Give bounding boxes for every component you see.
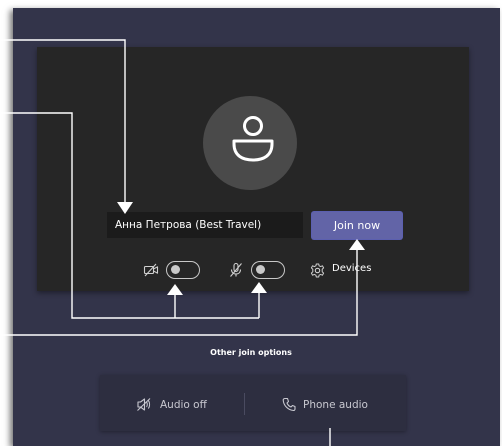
phone-audio-button[interactable]: Phone audio: [303, 399, 368, 411]
mic-toggle[interactable]: [251, 261, 285, 279]
options-divider: [244, 393, 245, 415]
camera-toggle[interactable]: [166, 261, 200, 279]
mic-toggle-knob: [256, 265, 265, 274]
camera-toggle-knob: [171, 265, 180, 274]
join-now-button[interactable]: Join now: [312, 212, 402, 239]
devices-button[interactable]: Devices: [332, 263, 371, 274]
person-icon: [232, 116, 274, 162]
mic-off-icon: [230, 262, 242, 277]
phone-icon: [282, 397, 296, 412]
gear-icon[interactable]: [310, 263, 325, 278]
camera-off-icon: [143, 263, 159, 277]
other-join-options-title: Other join options: [210, 348, 292, 357]
name-field[interactable]: [107, 212, 303, 238]
audio-off-button[interactable]: Audio off: [160, 399, 207, 411]
avatar: [203, 96, 297, 190]
speaker-off-icon: [137, 398, 151, 411]
